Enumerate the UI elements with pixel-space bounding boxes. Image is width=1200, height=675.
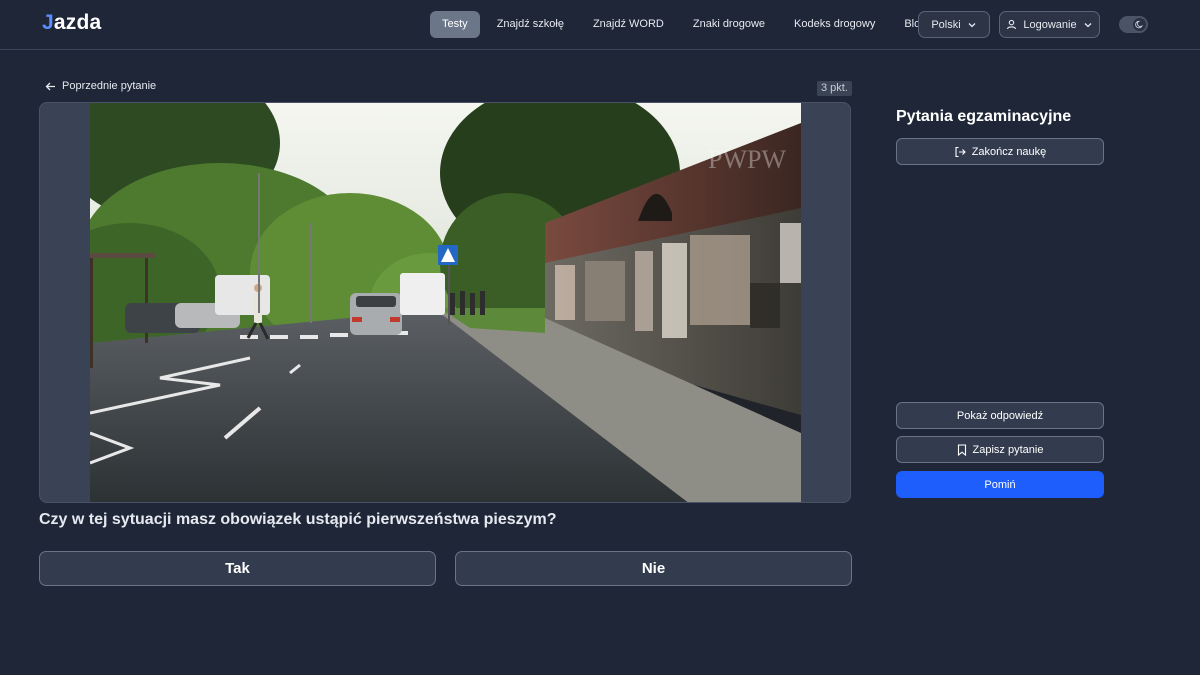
save-question-label: Zapisz pytanie: [972, 443, 1044, 456]
previous-question-link[interactable]: Poprzednie pytanie: [45, 80, 156, 92]
user-icon: [1006, 19, 1017, 30]
login-label: Logowanie: [1023, 18, 1077, 31]
question-media-frame: PWPW: [39, 102, 851, 503]
nav-item-testy[interactable]: Testy: [430, 11, 480, 38]
question-image: PWPW: [90, 103, 801, 502]
logo-text: azda: [53, 11, 102, 34]
previous-question-label: Poprzednie pytanie: [62, 80, 157, 92]
top-navbar: Jazda Testy Znajdź szkołę Znajdź WORD Zn…: [0, 0, 1200, 50]
watermark-text: PWPW: [708, 145, 786, 174]
chevron-down-icon: [967, 20, 977, 30]
points-badge: 3 pkt.: [817, 81, 852, 96]
answer-yes-button[interactable]: Tak: [39, 551, 436, 586]
logout-icon: [954, 146, 966, 158]
skip-button[interactable]: Pomiń: [896, 471, 1104, 498]
login-button[interactable]: Logowanie: [999, 11, 1100, 38]
nav-item-schools[interactable]: Znajdź szkołę: [485, 11, 576, 38]
save-question-button[interactable]: Zapisz pytanie: [896, 436, 1104, 463]
moon-icon: [1133, 18, 1146, 31]
language-label: Polski: [931, 18, 961, 31]
question-text: Czy w tej sytuacji masz obowiązek ustąpi…: [39, 511, 557, 528]
nav-item-word[interactable]: Znajdź WORD: [581, 11, 676, 38]
answer-no-button[interactable]: Nie: [455, 551, 852, 586]
bookmark-icon: [957, 443, 967, 456]
logo[interactable]: Jazda: [42, 11, 101, 35]
chevron-down-icon: [1083, 20, 1093, 30]
sidebar-title: Pytania egzaminacyjne: [896, 108, 1072, 125]
language-select[interactable]: Polski: [918, 11, 990, 38]
finish-learning-label: Zakończ naukę: [971, 145, 1047, 158]
logo-mark: J: [42, 11, 54, 34]
nav-item-road-signs[interactable]: Znaki drogowe: [681, 11, 777, 38]
show-answer-button[interactable]: Pokaż odpowiedź: [896, 402, 1104, 429]
main-nav: Testy Znajdź szkołę Znajdź WORD Znaki dr…: [430, 11, 938, 38]
theme-toggle[interactable]: [1119, 16, 1148, 33]
nav-item-traffic-code[interactable]: Kodeks drogowy: [782, 11, 887, 38]
finish-learning-button[interactable]: Zakończ naukę: [896, 138, 1104, 165]
arrow-left-icon: [45, 81, 56, 92]
